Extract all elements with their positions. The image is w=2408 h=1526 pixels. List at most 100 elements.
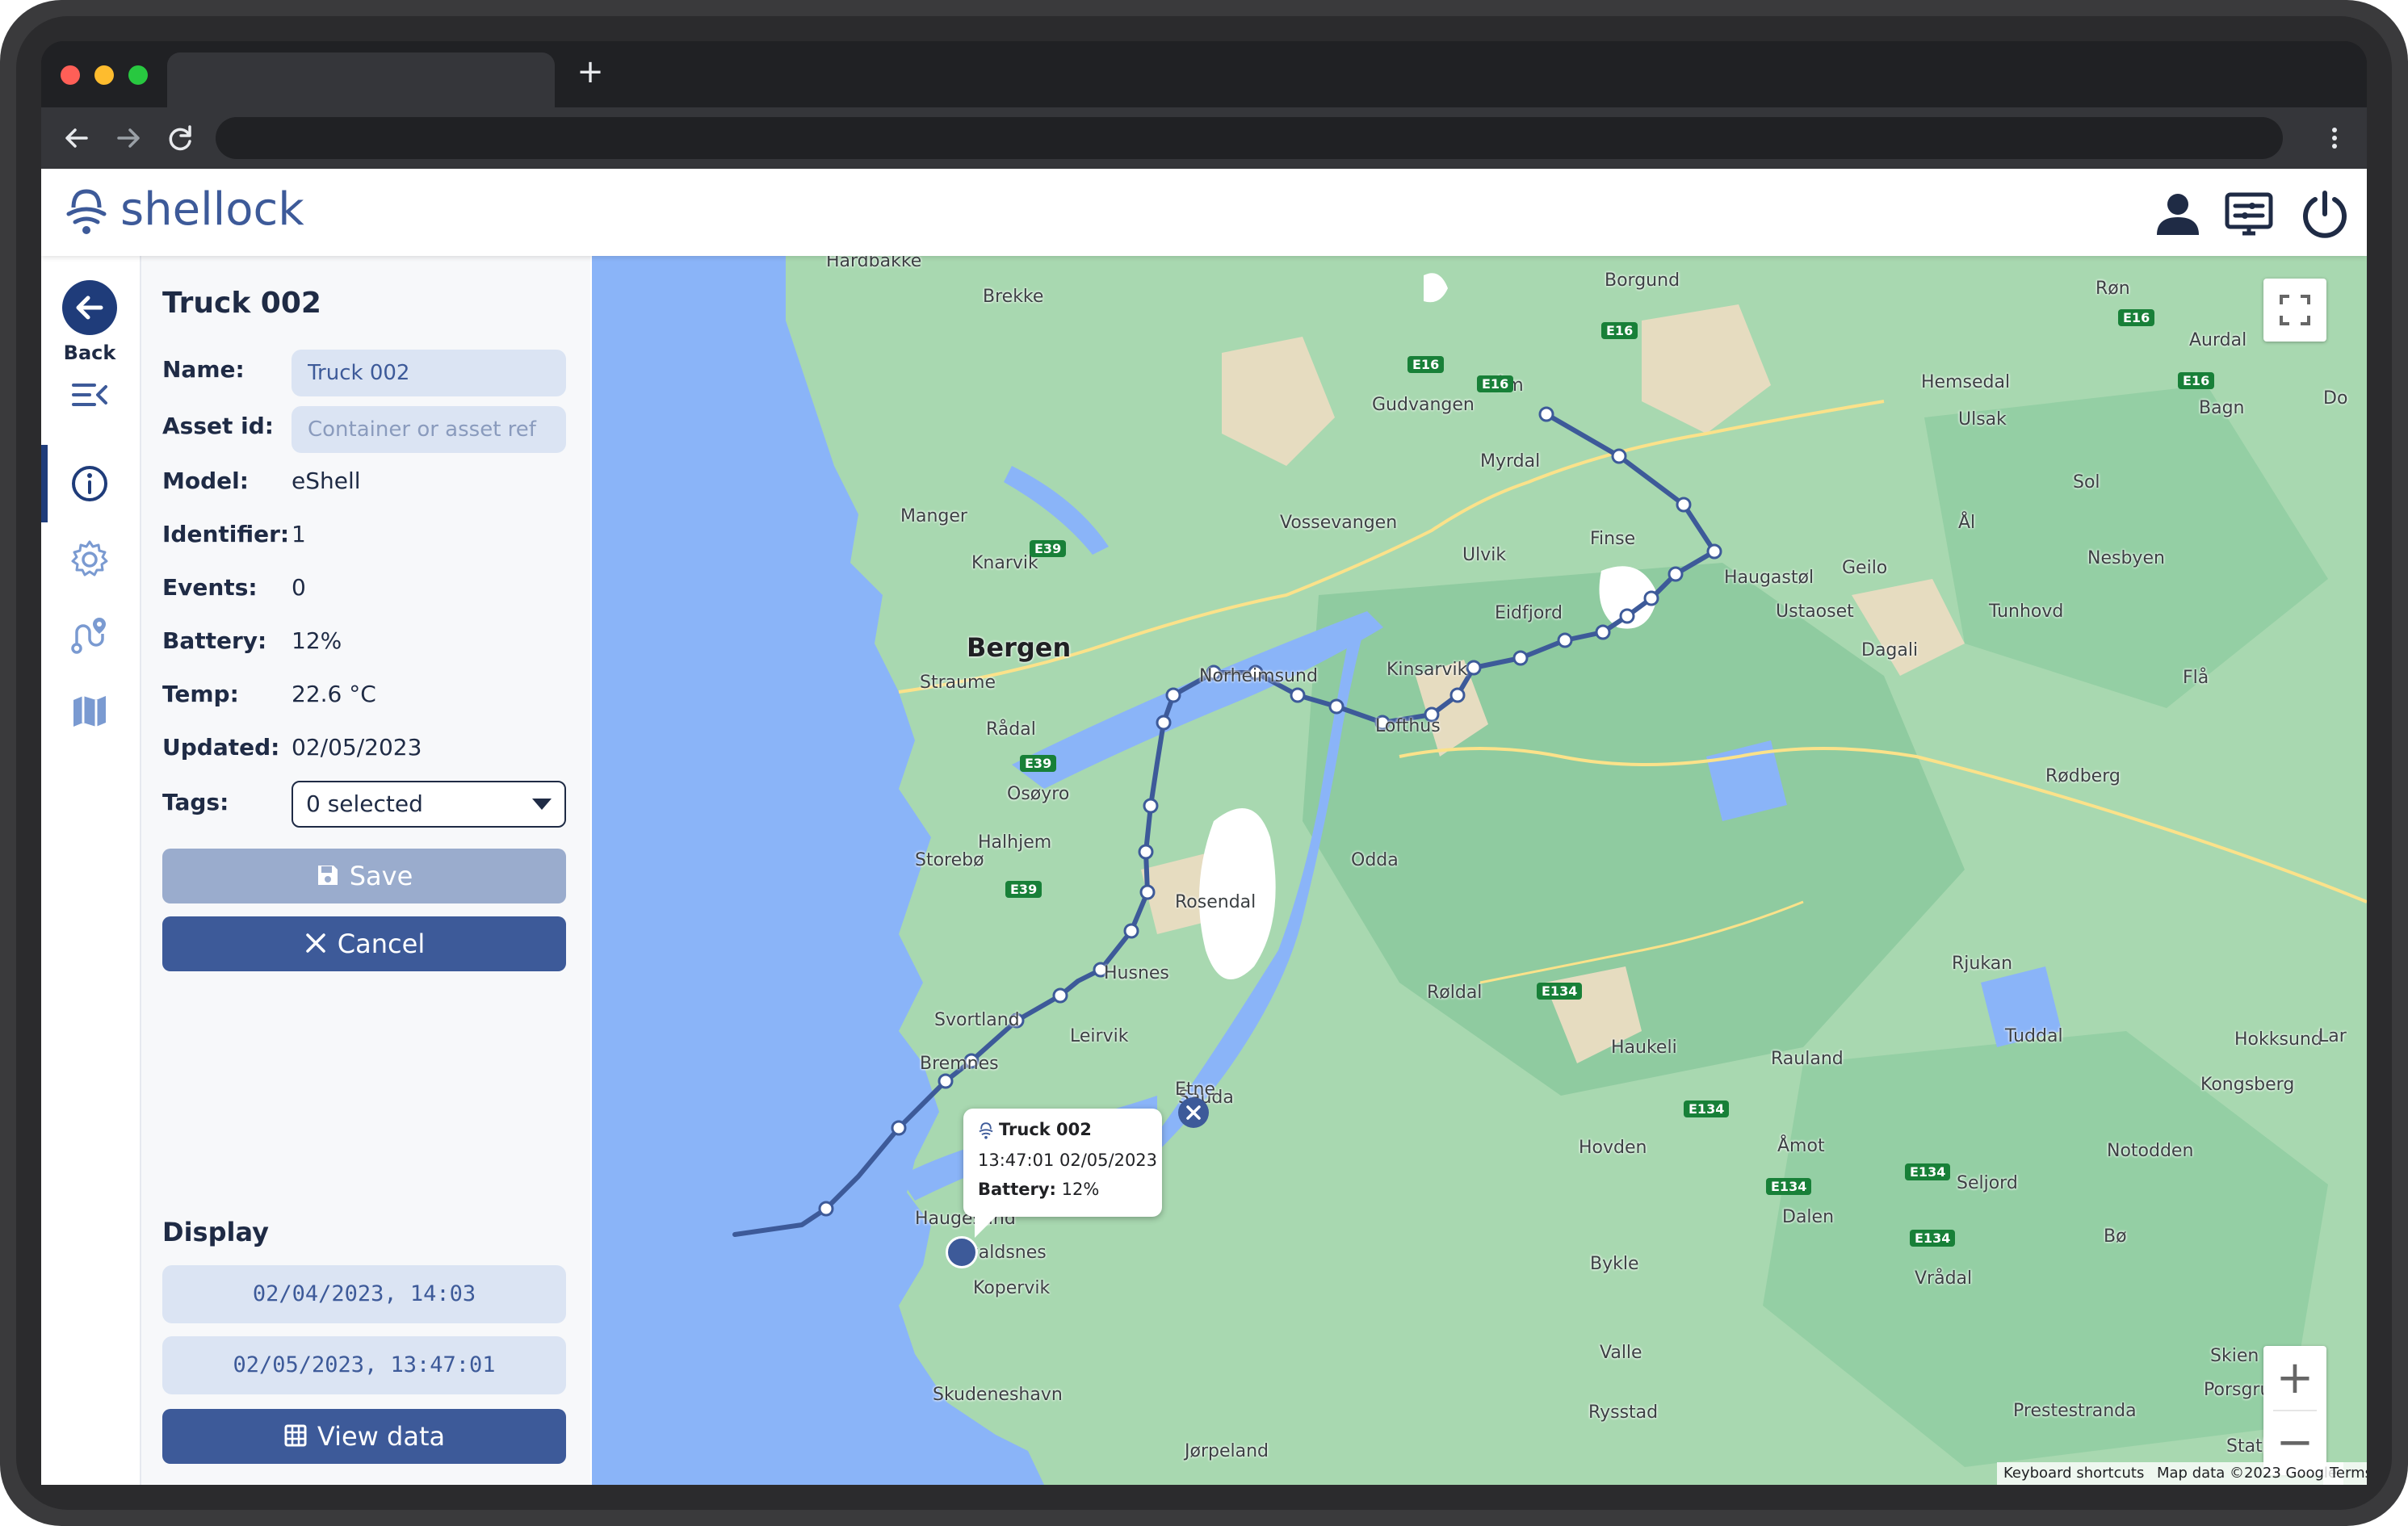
date-from-picker[interactable]: 02/04/2023, 14:03 — [162, 1265, 566, 1323]
place-label: Brekke — [983, 287, 1044, 307]
road-shield: E39 — [1005, 881, 1042, 898]
place-label: Husnes — [1104, 963, 1169, 983]
popup-close-button[interactable] — [1178, 1097, 1209, 1128]
tags-select[interactable]: 0 selected — [292, 781, 566, 828]
browser-menu-icon[interactable] — [2325, 119, 2344, 157]
maximize-window-button[interactable] — [128, 65, 148, 85]
new-tab-button[interactable]: + — [574, 56, 606, 88]
save-button-label: Save — [349, 861, 413, 891]
fullscreen-button[interactable] — [2263, 279, 2326, 342]
place-label: Sol — [2073, 472, 2100, 493]
road-shield: E39 — [1020, 755, 1057, 772]
cancel-button-label: Cancel — [337, 929, 426, 959]
asset-id-input[interactable] — [292, 406, 566, 453]
power-icon[interactable] — [2299, 188, 2351, 240]
view-data-label: View data — [317, 1421, 446, 1452]
active-indicator — [41, 445, 48, 522]
model-label: Model: — [162, 467, 249, 494]
settings-icon[interactable] — [69, 539, 111, 581]
place-label: Valle — [1600, 1343, 1642, 1363]
place-label: Haugastøl — [1724, 568, 1814, 588]
place-label: Rødberg — [2045, 766, 2121, 786]
app-header: shellock — [41, 169, 2367, 256]
place-label: Tuddal — [2005, 1026, 2063, 1046]
side-rail: Back — [41, 256, 141, 1485]
popup-battery-value: 12% — [1061, 1180, 1100, 1199]
chevron-down-icon — [532, 799, 552, 810]
place-label: Do — [2323, 388, 2348, 409]
route-icon[interactable] — [69, 614, 111, 656]
view-data-button[interactable]: View data — [162, 1409, 566, 1464]
place-label: Dagali — [1861, 640, 1919, 660]
place-label: Bø — [2104, 1226, 2127, 1247]
browser-window: + shellock Back Truck 002 Name: Truck 00… — [41, 41, 2367, 1485]
cancel-button[interactable]: Cancel — [162, 916, 566, 971]
info-icon[interactable] — [69, 463, 111, 505]
logo-icon — [65, 187, 107, 235]
place-label: Leirvik — [1070, 1026, 1129, 1046]
zoom-in-button[interactable]: + — [2263, 1346, 2326, 1411]
brand-name[interactable]: shellock — [120, 183, 304, 236]
name-label: Name: — [162, 356, 245, 383]
temp-value: 22.6 °C — [292, 681, 376, 707]
display-section-title: Display — [162, 1217, 269, 1247]
battery-label: Battery: — [162, 627, 267, 654]
minimize-window-button[interactable] — [94, 65, 114, 85]
date-to-picker[interactable]: 02/05/2023, 13:47:01 — [162, 1336, 566, 1394]
browser-reload-icon[interactable] — [161, 119, 199, 157]
map-icon[interactable] — [69, 690, 111, 732]
browser-tab[interactable] — [167, 52, 555, 107]
place-label: Hovden — [1579, 1138, 1647, 1158]
place-label: Notodden — [2107, 1141, 2194, 1161]
name-input[interactable] — [292, 350, 566, 396]
battery-value: 12% — [292, 627, 342, 654]
tags-select-value: 0 selected — [306, 790, 423, 817]
place-label: Nesbyen — [2087, 548, 2165, 568]
map-view[interactable]: Hardbakke Brekke Borgund Røn Aurdal Flåm… — [592, 256, 2367, 1485]
browser-forward-icon[interactable] — [109, 119, 148, 157]
place-label: Ustaoset — [1776, 602, 1854, 622]
road-shield: E16 — [1407, 356, 1445, 373]
place-label: Jørpeland — [1185, 1441, 1269, 1461]
place-label: Flå — [2183, 668, 2209, 688]
place-label: Lar — [2318, 1026, 2347, 1046]
back-label[interactable]: Back — [41, 342, 138, 364]
asset-location-marker[interactable] — [946, 1236, 978, 1268]
place-label: Åmot — [1777, 1136, 1825, 1156]
events-value: 0 — [292, 574, 306, 601]
place-label: Rosendal — [1175, 892, 1256, 912]
asset-details-panel: Truck 002 Name: Asset id: Model: eShell … — [141, 256, 590, 1485]
dashboard-icon[interactable] — [2223, 188, 2275, 240]
temp-label: Temp: — [162, 681, 239, 707]
place-label: Norheimsund — [1199, 666, 1318, 686]
place-label: Vrådal — [1915, 1268, 1973, 1289]
model-value: eShell — [292, 467, 361, 494]
close-icon — [306, 933, 325, 953]
place-label: Knarvik — [971, 553, 1038, 573]
asset-title: Truck 002 — [162, 287, 321, 320]
save-button[interactable]: Save — [162, 849, 566, 903]
back-arrow-icon — [76, 296, 103, 320]
place-label: Eidfjord — [1495, 603, 1563, 623]
place-label: Geilo — [1842, 558, 1888, 578]
place-label: Dalen — [1782, 1207, 1835, 1227]
place-label: Rauland — [1771, 1049, 1844, 1069]
terms-link[interactable]: Terms — [2323, 1462, 2367, 1485]
popup-timestamp: 13:47:01 02/05/2023 — [978, 1151, 1158, 1170]
popup-title-row: Truck 002 — [978, 1120, 1092, 1139]
place-label: Myrdal — [1480, 451, 1541, 472]
user-icon[interactable] — [2152, 188, 2204, 240]
save-icon — [317, 866, 338, 885]
collapse-menu-icon[interactable] — [69, 374, 111, 416]
place-label: Straume — [920, 673, 996, 693]
address-bar[interactable] — [216, 117, 2283, 159]
place-label: Aurdal — [2189, 330, 2247, 350]
place-label: Borgund — [1605, 270, 1680, 291]
back-button[interactable] — [62, 280, 117, 335]
road-shield: E16 — [1477, 375, 1514, 392]
keyboard-shortcuts-link[interactable]: Keyboard shortcuts — [1997, 1462, 2151, 1485]
place-label: Prestestranda — [2013, 1401, 2137, 1421]
close-window-button[interactable] — [61, 65, 80, 85]
identifier-label: Identifier: — [162, 521, 290, 547]
browser-back-icon[interactable] — [57, 119, 96, 157]
